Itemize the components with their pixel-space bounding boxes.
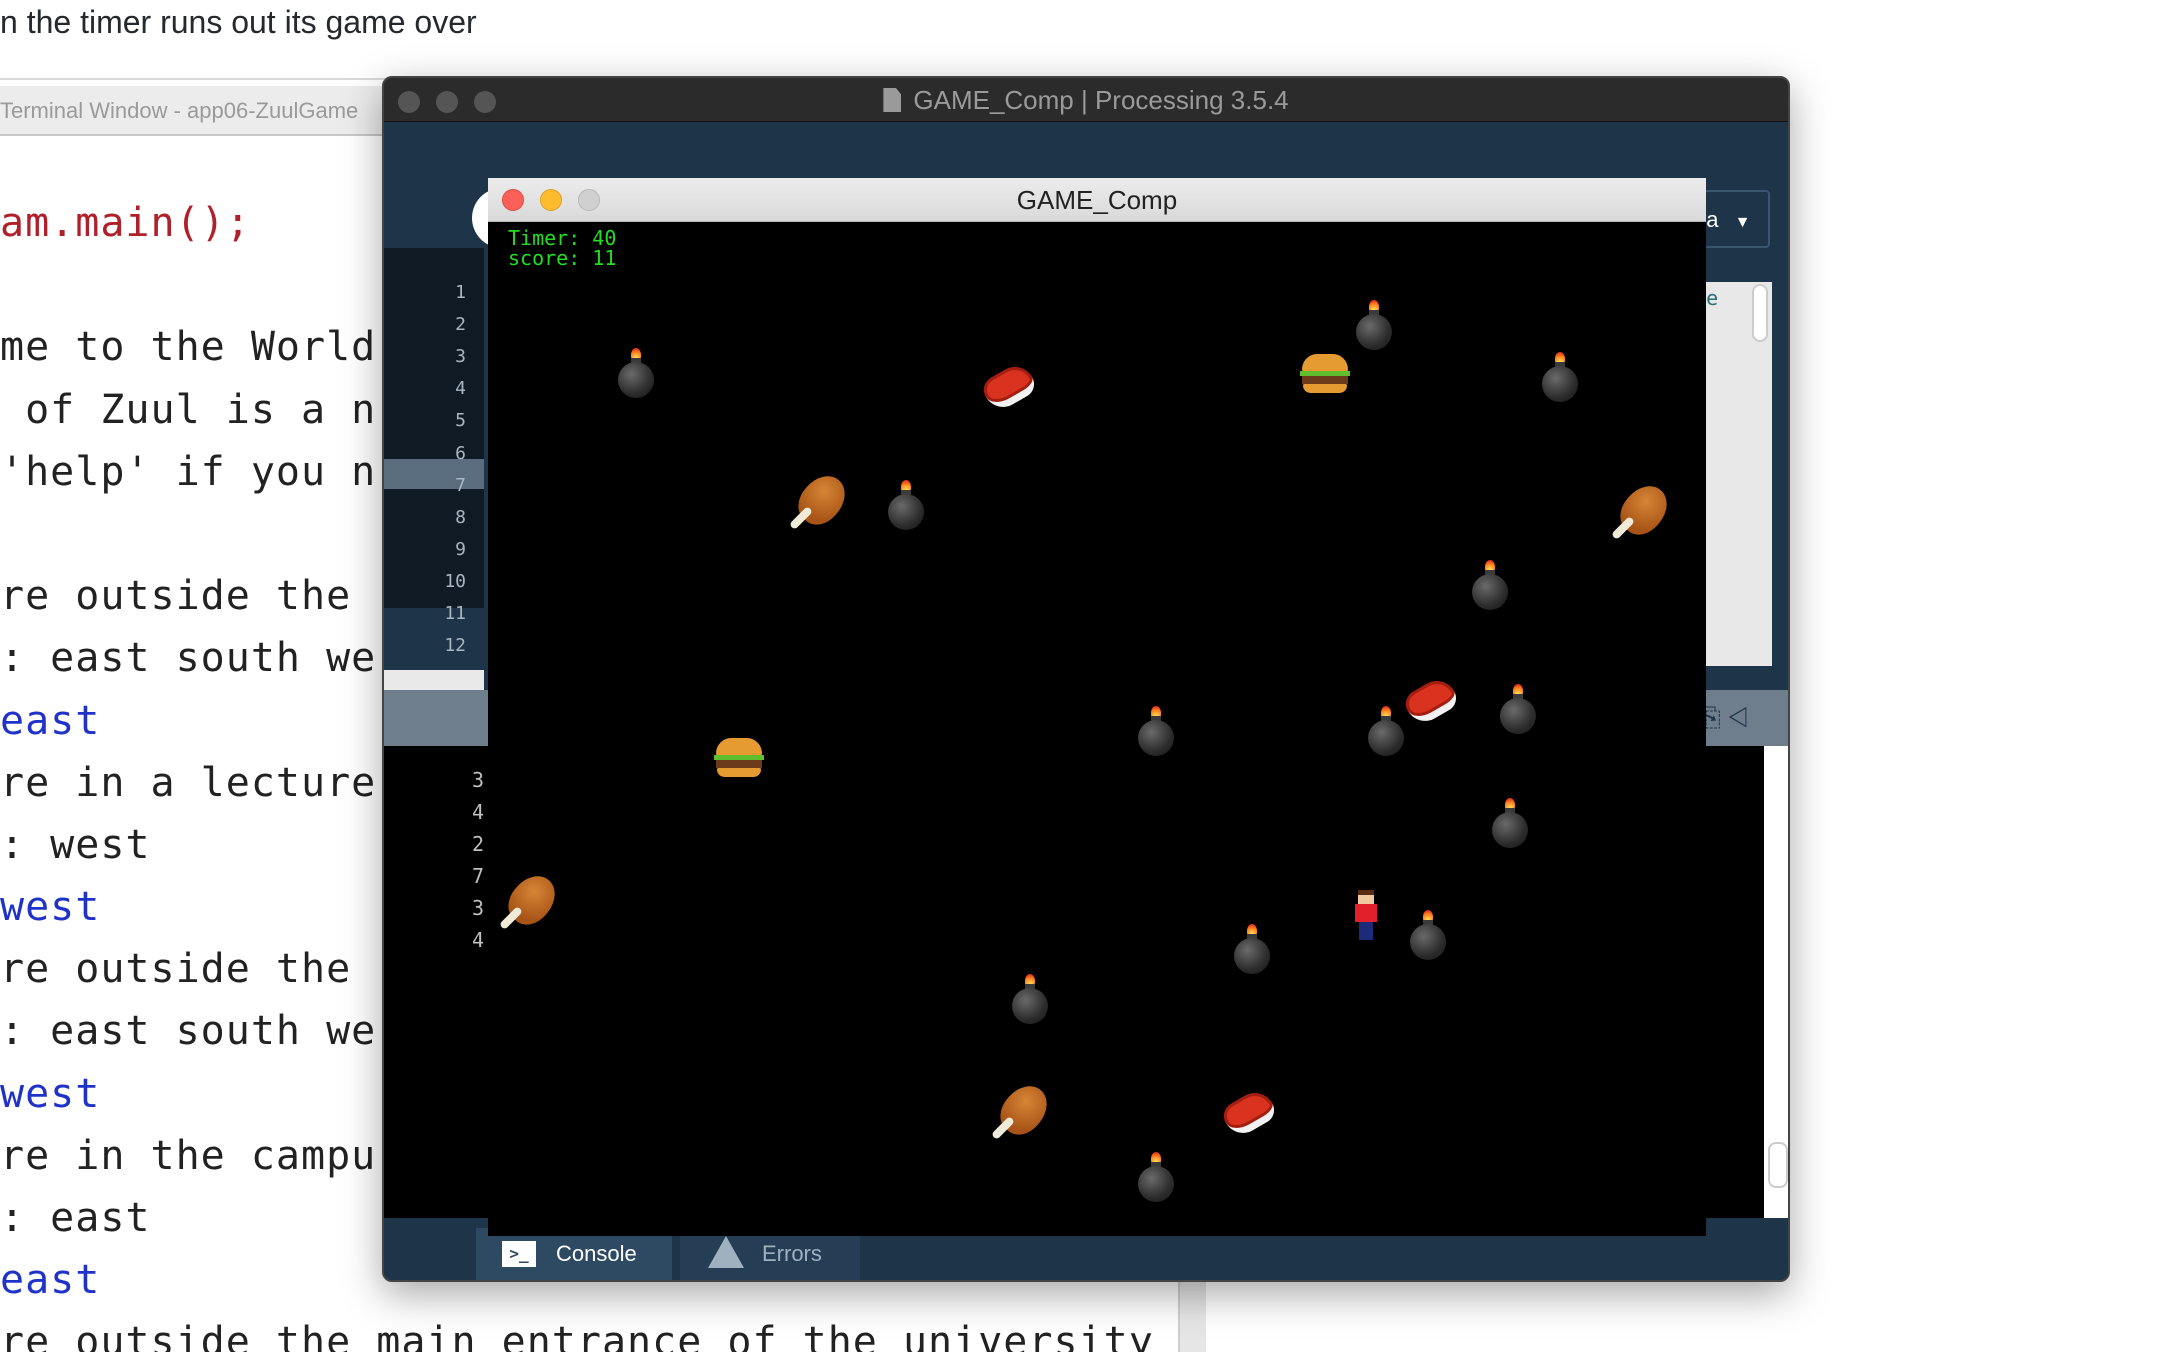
score-text: score: 11: [508, 246, 617, 270]
line-number: 1: [455, 282, 466, 303]
bomb-body: [1356, 314, 1392, 350]
bomb-icon: [1356, 300, 1392, 350]
ide-titlebar[interactable]: GAME_Comp | Processing 3.5.4: [384, 78, 1788, 122]
line-number: 10: [444, 570, 466, 592]
bomb-icon: [1500, 684, 1536, 734]
burger-patty: [1302, 376, 1348, 384]
line-number: 12: [444, 635, 466, 657]
bomb-body: [1472, 574, 1508, 610]
player-legs: [1359, 922, 1373, 940]
steak-icon: [1400, 673, 1462, 729]
bomb-icon: [1138, 706, 1174, 756]
bomb-body: [1012, 988, 1048, 1024]
console-line: 2: [472, 832, 485, 856]
console-line: 3: [472, 896, 485, 920]
bomb-icon: [1368, 706, 1404, 756]
bomb-icon: [1234, 924, 1270, 974]
console-line: 7: [472, 864, 485, 888]
console-toggle-icons[interactable]: ⎘ ◁: [1700, 702, 1749, 734]
terminal-line: re outside the main entrance of the univ…: [0, 1319, 1154, 1352]
bomb-body: [1138, 720, 1174, 756]
console-line: 4: [472, 800, 485, 824]
burger-bun-bottom: [1303, 384, 1347, 393]
sketch-titlebar[interactable]: GAME_Comp: [488, 178, 1706, 222]
bomb-icon: [1138, 1152, 1174, 1202]
console-scrollbar[interactable]: [1764, 746, 1788, 1218]
chevron-down-icon: ▼: [1734, 214, 1751, 231]
line-number: 8: [455, 506, 466, 528]
chicken-leg-icon: [494, 867, 565, 938]
ide-title: GAME_Comp | Processing 3.5.4: [913, 85, 1289, 115]
bomb-icon: [1472, 560, 1508, 610]
burger-bun-top: [716, 738, 762, 756]
line-number: 3: [455, 346, 466, 368]
burger-icon: [714, 738, 764, 778]
bomb-body: [1234, 938, 1270, 974]
line-number: 4: [455, 378, 466, 400]
console-icon: >_: [502, 1241, 536, 1267]
document-icon: [883, 88, 902, 112]
line-number: 9: [455, 538, 466, 560]
tab-console-label: Console: [556, 1241, 637, 1266]
editor-scrollbar[interactable]: [1752, 284, 1768, 342]
bomb-icon: [1012, 974, 1048, 1024]
console-line: 3: [472, 768, 485, 792]
bomb-icon: [1542, 352, 1578, 402]
burger-icon: [1300, 354, 1350, 394]
burger-patty: [716, 760, 762, 768]
steak-icon: [1218, 1085, 1280, 1141]
line-number: 5: [455, 410, 466, 432]
warning-icon: [708, 1236, 744, 1268]
line-number: 6: [455, 442, 466, 464]
line-number: 11: [444, 603, 466, 624]
sketch-window: GAME_Comp Timer: 40 score: 11: [488, 178, 1706, 1236]
page-instruction-text: n the timer runs out its game over: [0, 4, 477, 40]
bomb-body: [1368, 720, 1404, 756]
divider: [0, 78, 400, 80]
bomb-icon: [888, 480, 924, 530]
terminal-scrollbar[interactable]: [1178, 1276, 1206, 1352]
chicken-leg-icon: [1606, 477, 1677, 548]
game-canvas[interactable]: Timer: 40 score: 11: [488, 222, 1706, 1236]
bomb-icon: [1410, 910, 1446, 960]
bomb-body: [1542, 366, 1578, 402]
line-number: 2: [455, 314, 466, 336]
timer-text: Timer: 40: [508, 226, 617, 250]
bomb-body: [1138, 1166, 1174, 1202]
chicken-leg-icon: [784, 467, 855, 538]
player-character[interactable]: [1354, 890, 1378, 940]
bomb-body: [1492, 812, 1528, 848]
bomb-icon: [1492, 798, 1528, 848]
chicken-leg-icon: [986, 1077, 1057, 1148]
bomb-body: [888, 494, 924, 530]
bomb-body: [1500, 698, 1536, 734]
line-number-gutter: 12345678910111213141516171819: [384, 248, 484, 881]
burger-bun-bottom: [717, 768, 761, 777]
sketch-title: GAME_Comp: [1016, 185, 1178, 215]
bomb-body: [1410, 924, 1446, 960]
player-head: [1358, 890, 1374, 904]
line-number: 7: [455, 474, 466, 496]
tab-errors-label: Errors: [762, 1241, 822, 1266]
console-line: 4: [472, 928, 485, 952]
burger-bun-top: [1302, 354, 1348, 372]
player-body: [1355, 904, 1377, 922]
steak-icon: [978, 359, 1040, 415]
terminal-title: Terminal Window - app06-ZuulGame: [0, 86, 400, 136]
bomb-icon: [618, 348, 654, 398]
bomb-body: [618, 362, 654, 398]
